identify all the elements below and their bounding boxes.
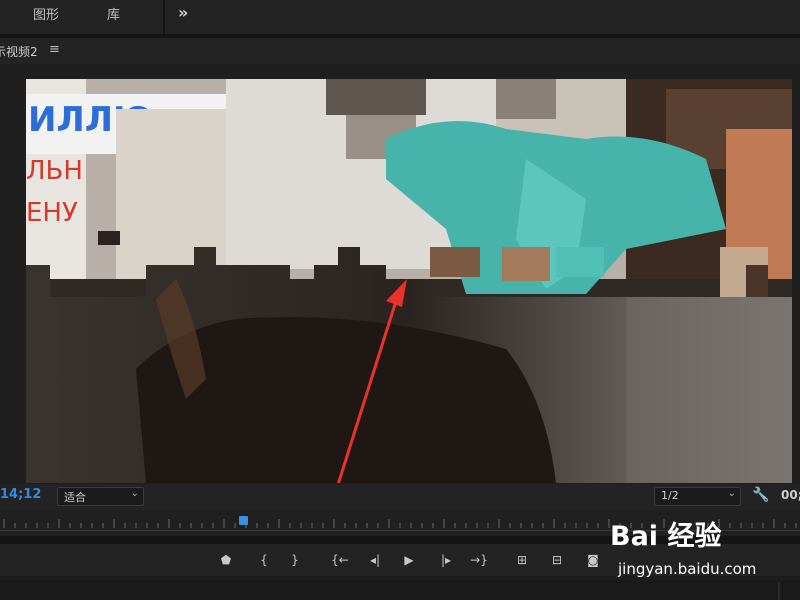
- monitor-controls: 14;12 适合 ⌄ 1/2 ⌄ 🔧 00;: [0, 484, 800, 510]
- baidu-watermark: Bai 经验 jingyan.baidu.com: [610, 514, 800, 584]
- go-to-in-button[interactable]: {←: [331, 551, 349, 569]
- play-button[interactable]: ▶: [400, 551, 418, 569]
- playhead-timecode[interactable]: 14;12: [0, 487, 41, 502]
- mark-in-button[interactable]: {: [255, 551, 273, 569]
- hamburger-menu-icon[interactable]: ≡: [49, 42, 60, 57]
- chevron-down-icon: ⌄: [727, 488, 736, 499]
- panel-title[interactable]: 示视频2: [0, 43, 38, 60]
- program-monitor-header: 示视频2 ≡: [0, 38, 800, 64]
- chevron-down-icon: ⌄: [130, 488, 139, 499]
- camera-icon[interactable]: ◙: [584, 551, 602, 569]
- resolution-dropdown-label: 1/2: [661, 489, 679, 502]
- fit-dropdown-label: 适合: [64, 491, 86, 504]
- resolution-dropdown[interactable]: 1/2 ⌄: [654, 487, 741, 506]
- playhead-marker[interactable]: [239, 516, 248, 525]
- wrench-icon[interactable]: 🔧: [752, 487, 769, 503]
- tab-libraries[interactable]: 库: [107, 4, 120, 23]
- mark-out-button[interactable]: }: [286, 551, 304, 569]
- add-marker-button[interactable]: ⬟: [217, 551, 235, 569]
- duration-timecode: 00;: [781, 488, 800, 502]
- video-frame[interactable]: ИЛЛЮ ЛЬН ЕНУ: [26, 79, 792, 483]
- double-chevron-right-icon[interactable]: »: [178, 3, 188, 22]
- watermark-url: jingyan.baidu.com: [618, 560, 757, 578]
- go-to-out-button[interactable]: →}: [470, 551, 488, 569]
- step-back-button[interactable]: ◂|: [366, 551, 384, 569]
- tab-divider: [163, 0, 165, 34]
- step-forward-button[interactable]: |▸: [437, 551, 455, 569]
- annotation-arrow: [336, 279, 407, 483]
- top-tab-bar: 图形 库 »: [0, 0, 800, 34]
- tab-graphics[interactable]: 图形: [33, 4, 59, 23]
- watermark-brand: Bai 经验: [610, 521, 722, 552]
- overwrite-button[interactable]: ⊟: [548, 551, 566, 569]
- insert-button[interactable]: ⊞: [513, 551, 531, 569]
- bottom-divider: [778, 582, 780, 600]
- fit-dropdown[interactable]: 适合 ⌄: [57, 487, 144, 506]
